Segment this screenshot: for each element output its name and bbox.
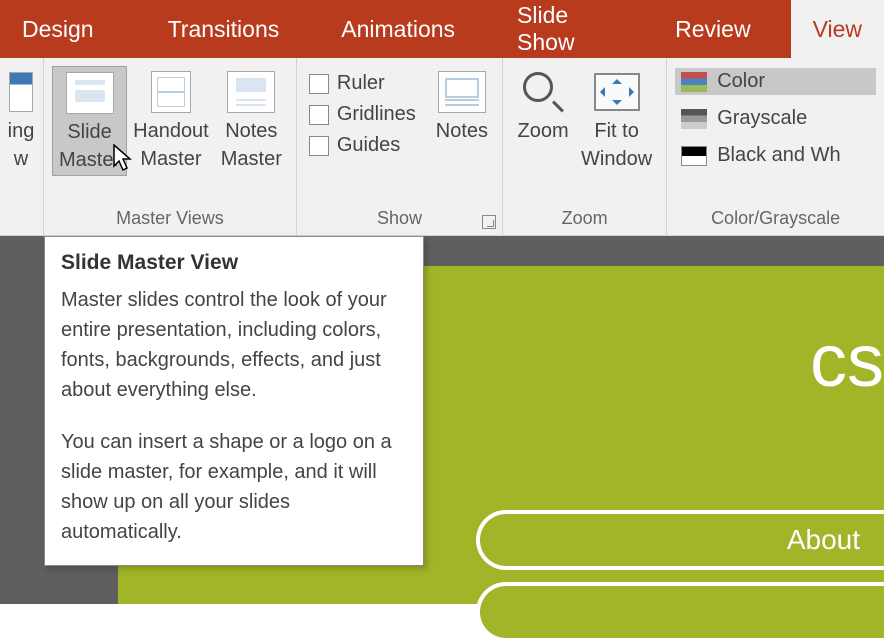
reading-view-label-l1: ing	[8, 118, 35, 144]
slide-button-2[interactable]	[476, 582, 884, 642]
slide-master-button[interactable]: Slide Master	[52, 66, 127, 176]
guides-checkbox[interactable]: Guides	[309, 134, 416, 157]
group-show: Ruler Gridlines Guides Notes Show	[297, 58, 503, 235]
checkbox-icon	[309, 136, 329, 156]
guides-label: Guides	[337, 134, 400, 157]
group-label-presentation	[0, 204, 43, 235]
handout-master-label-l2: Master	[140, 146, 201, 172]
bw-label: Black and Wh	[717, 144, 840, 167]
grayscale-swatch-icon	[681, 109, 707, 129]
tab-animations[interactable]: Animations	[319, 0, 477, 58]
group-label-master-views: Master Views	[44, 204, 296, 235]
fit-label-l1: Fit to	[594, 118, 638, 144]
reading-view-icon	[9, 72, 33, 112]
slide-master-label-l1: Slide	[67, 119, 111, 145]
gridlines-checkbox[interactable]: Gridlines	[309, 103, 416, 126]
tab-transitions[interactable]: Transitions	[146, 0, 302, 58]
slide-master-icon	[66, 72, 114, 114]
slide-about-button[interactable]: About	[476, 510, 884, 570]
tooltip-title: Slide Master View	[61, 251, 407, 275]
tooltip-paragraph-1: Master slides control the look of your e…	[61, 285, 407, 405]
slide-title-fragment: cs	[810, 318, 884, 403]
handout-master-label-l1: Handout	[133, 118, 209, 144]
tooltip-paragraph-2: You can insert a shape or a logo on a sl…	[61, 427, 407, 547]
show-dialog-launcher[interactable]	[482, 215, 496, 229]
color-mode-color[interactable]: Color	[675, 68, 876, 95]
tab-view[interactable]: View	[791, 0, 884, 58]
bw-swatch-icon	[681, 146, 707, 166]
group-label-zoom: Zoom	[503, 204, 666, 235]
tab-review[interactable]: Review	[653, 0, 772, 58]
ribbon-tabs: Design Transitions Animations Slide Show…	[0, 0, 884, 58]
fit-to-window-icon	[594, 73, 640, 111]
ribbon: ing w Slide Master Handout Master Notes …	[0, 58, 884, 236]
notes-master-button[interactable]: Notes Master	[215, 66, 288, 174]
reading-view-label-l2: w	[14, 146, 28, 172]
group-presentation-views-partial: ing w	[0, 58, 44, 235]
checkbox-icon	[309, 74, 329, 94]
magnifier-icon	[523, 72, 563, 112]
checkbox-icon	[309, 105, 329, 125]
notes-master-icon	[227, 71, 275, 113]
color-mode-grayscale[interactable]: Grayscale	[675, 105, 876, 132]
notes-master-label-l2: Master	[221, 146, 282, 172]
group-label-show: Show	[297, 204, 502, 235]
fit-to-window-button[interactable]: Fit to Window	[575, 66, 658, 174]
tab-slideshow[interactable]: Slide Show	[495, 0, 635, 58]
color-label: Color	[717, 70, 765, 93]
notes-label: Notes	[436, 118, 488, 144]
group-zoom: Zoom Fit to Window Zoom	[503, 58, 667, 235]
handout-master-button[interactable]: Handout Master	[127, 66, 215, 174]
reading-view-button[interactable]: ing w	[0, 66, 42, 174]
zoom-label: Zoom	[517, 118, 568, 144]
fit-label-l2: Window	[581, 146, 652, 172]
tab-design[interactable]: Design	[0, 0, 116, 58]
notes-master-label-l1: Notes	[225, 118, 277, 144]
group-master-views: Slide Master Handout Master Notes Master…	[44, 58, 297, 235]
color-mode-bw[interactable]: Black and Wh	[675, 142, 876, 169]
notes-icon	[438, 71, 486, 113]
grayscale-label: Grayscale	[717, 107, 807, 130]
zoom-button[interactable]: Zoom	[511, 66, 575, 174]
handout-master-icon	[151, 71, 191, 113]
ruler-label: Ruler	[337, 72, 385, 95]
group-color-grayscale: Color Grayscale Black and Wh Color/Grays…	[667, 58, 884, 235]
gridlines-label: Gridlines	[337, 103, 416, 126]
slide-master-label-l2: Master	[59, 147, 120, 173]
slide-master-tooltip: Slide Master View Master slides control …	[44, 236, 424, 566]
group-label-color: Color/Grayscale	[667, 204, 884, 235]
notes-button[interactable]: Notes	[430, 66, 494, 174]
color-swatch-icon	[681, 72, 707, 92]
ruler-checkbox[interactable]: Ruler	[309, 72, 416, 95]
